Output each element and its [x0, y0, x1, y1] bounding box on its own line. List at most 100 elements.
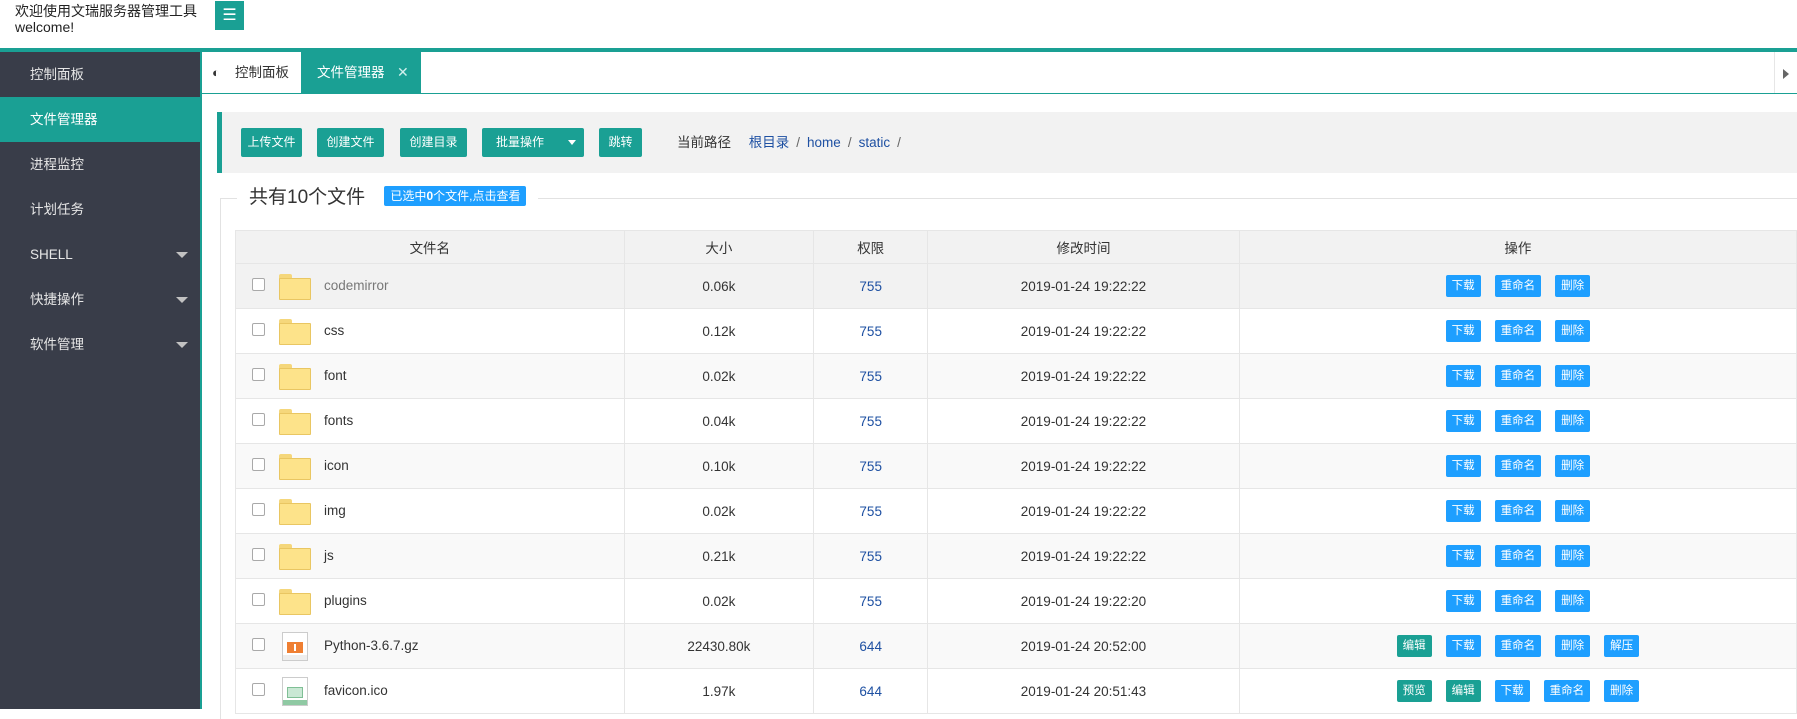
cell-filename: plugins — [235, 578, 625, 624]
permission-link[interactable]: 755 — [859, 594, 882, 609]
download-button[interactable]: 下载 — [1445, 500, 1481, 522]
delete-button[interactable]: 删除 — [1555, 500, 1591, 522]
file-name-link[interactable]: fonts — [324, 399, 353, 443]
sidebar-item[interactable]: 文件管理器 — [0, 97, 200, 142]
rename-button[interactable]: 重命名 — [1494, 410, 1542, 432]
header-permission[interactable]: 权限 — [813, 230, 929, 264]
cell-size: 0.06k — [623, 263, 815, 309]
download-button[interactable]: 下载 — [1445, 455, 1481, 477]
row-checkbox[interactable] — [252, 323, 265, 336]
delete-button[interactable]: 删除 — [1555, 545, 1591, 567]
delete-button[interactable]: 删除 — [1555, 320, 1591, 342]
delete-button[interactable]: 删除 — [1555, 410, 1591, 432]
file-name-link[interactable]: font — [324, 354, 347, 398]
cell-actions: 下载 重命名 删除 — [1238, 488, 1797, 534]
row-checkbox[interactable] — [252, 278, 265, 291]
delete-button[interactable]: 删除 — [1604, 680, 1640, 702]
rename-button[interactable]: 重命名 — [1543, 680, 1591, 702]
hamburger-icon[interactable]: ☰ — [215, 1, 244, 30]
download-button[interactable]: 下载 — [1494, 680, 1530, 702]
permission-link[interactable]: 755 — [859, 504, 882, 519]
breadcrumb-static[interactable]: static — [859, 135, 891, 150]
header-filename[interactable]: 文件名 — [235, 230, 625, 264]
batch-operation-label: 批量操作 — [496, 135, 545, 149]
file-name-link[interactable]: img — [324, 489, 346, 533]
breadcrumb-root[interactable]: 根目录 — [749, 135, 790, 150]
file-name-link[interactable]: favicon.ico — [324, 669, 388, 713]
extract-button[interactable]: 解压 — [1604, 635, 1640, 657]
sidebar-item[interactable]: 计划任务 — [0, 187, 200, 232]
permission-link[interactable]: 755 — [859, 369, 882, 384]
permission-link[interactable]: 755 — [859, 324, 882, 339]
file-name-link[interactable]: plugins — [324, 579, 367, 623]
tab-scroll-right-icon[interactable] — [1774, 52, 1797, 93]
create-dir-button[interactable]: 创建目录 — [400, 128, 467, 157]
sidebar-item-label: 计划任务 — [30, 202, 84, 217]
delete-button[interactable]: 删除 — [1555, 365, 1591, 387]
download-button[interactable]: 下载 — [1445, 545, 1481, 567]
permission-link[interactable]: 755 — [859, 414, 882, 429]
permission-link[interactable]: 644 — [859, 639, 882, 654]
selected-files-badge[interactable]: 已选中0个文件,点击查看 — [384, 185, 527, 206]
sidebar-item[interactable]: 进程监控 — [0, 142, 200, 187]
rename-button[interactable]: 重命名 — [1494, 455, 1542, 477]
cell-filename: Python-3.6.7.gz — [235, 623, 625, 669]
file-name-link[interactable]: Python-3.6.7.gz — [324, 624, 419, 668]
file-count-title: 共有10个文件 已选中0个文件,点击查看 — [237, 184, 539, 212]
rename-button[interactable]: 重命名 — [1494, 320, 1542, 342]
folder-icon — [279, 454, 311, 480]
sidebar-item[interactable]: SHELL — [0, 232, 200, 277]
header-size[interactable]: 大小 — [623, 230, 815, 264]
cell-mtime: 2019-01-24 20:52:00 — [927, 623, 1240, 669]
row-checkbox[interactable] — [252, 683, 265, 696]
download-button[interactable]: 下载 — [1445, 365, 1481, 387]
sidebar-item[interactable]: 控制面板 — [0, 52, 200, 97]
edit-button[interactable]: 编辑 — [1445, 680, 1481, 702]
breadcrumb-home[interactable]: home — [807, 135, 841, 150]
download-button[interactable]: 下载 — [1445, 275, 1481, 297]
download-button[interactable]: 下载 — [1445, 635, 1481, 657]
delete-button[interactable]: 删除 — [1555, 455, 1591, 477]
row-checkbox[interactable] — [252, 458, 265, 471]
sidebar-item-label: 软件管理 — [30, 337, 84, 352]
rename-button[interactable]: 重命名 — [1494, 365, 1542, 387]
permission-link[interactable]: 755 — [859, 279, 882, 294]
row-checkbox[interactable] — [252, 548, 265, 561]
row-checkbox[interactable] — [252, 638, 265, 651]
close-icon[interactable]: ✕ — [397, 52, 409, 93]
batch-operation-select[interactable]: 批量操作 — [482, 128, 584, 157]
tab-dashboard[interactable]: ◐ 控制面板 — [202, 52, 301, 93]
row-checkbox[interactable] — [252, 368, 265, 381]
download-button[interactable]: 下载 — [1445, 320, 1481, 342]
preview-button[interactable]: 预览 — [1396, 680, 1432, 702]
file-name-link[interactable]: codemirror — [324, 264, 389, 308]
rename-button[interactable]: 重命名 — [1494, 500, 1542, 522]
create-file-button[interactable]: 创建文件 — [317, 128, 384, 157]
download-button[interactable]: 下载 — [1445, 590, 1481, 612]
rename-button[interactable]: 重命名 — [1494, 635, 1542, 657]
brand-title: 欢迎使用文瑞服务器管理工具 — [15, 3, 197, 19]
permission-link[interactable]: 755 — [859, 549, 882, 564]
row-checkbox[interactable] — [252, 413, 265, 426]
permission-link[interactable]: 644 — [859, 684, 882, 699]
upload-file-button[interactable]: 上传文件 — [241, 128, 302, 157]
download-button[interactable]: 下载 — [1445, 410, 1481, 432]
edit-button[interactable]: 编辑 — [1396, 635, 1432, 657]
row-checkbox[interactable] — [252, 593, 265, 606]
header-mtime[interactable]: 修改时间 — [927, 230, 1240, 264]
rename-button[interactable]: 重命名 — [1494, 545, 1542, 567]
file-name-link[interactable]: icon — [324, 444, 349, 488]
row-checkbox[interactable] — [252, 503, 265, 516]
sidebar-item[interactable]: 软件管理 — [0, 322, 200, 367]
file-name-link[interactable]: js — [324, 534, 334, 578]
file-name-link[interactable]: css — [324, 309, 344, 353]
delete-button[interactable]: 删除 — [1555, 275, 1591, 297]
permission-link[interactable]: 755 — [859, 459, 882, 474]
jump-button[interactable]: 跳转 — [599, 128, 642, 157]
sidebar-item[interactable]: 快捷操作 — [0, 277, 200, 322]
delete-button[interactable]: 删除 — [1555, 635, 1591, 657]
delete-button[interactable]: 删除 — [1555, 590, 1591, 612]
rename-button[interactable]: 重命名 — [1494, 275, 1542, 297]
tab-file-manager[interactable]: 文件管理器 ✕ — [301, 52, 421, 93]
rename-button[interactable]: 重命名 — [1494, 590, 1542, 612]
